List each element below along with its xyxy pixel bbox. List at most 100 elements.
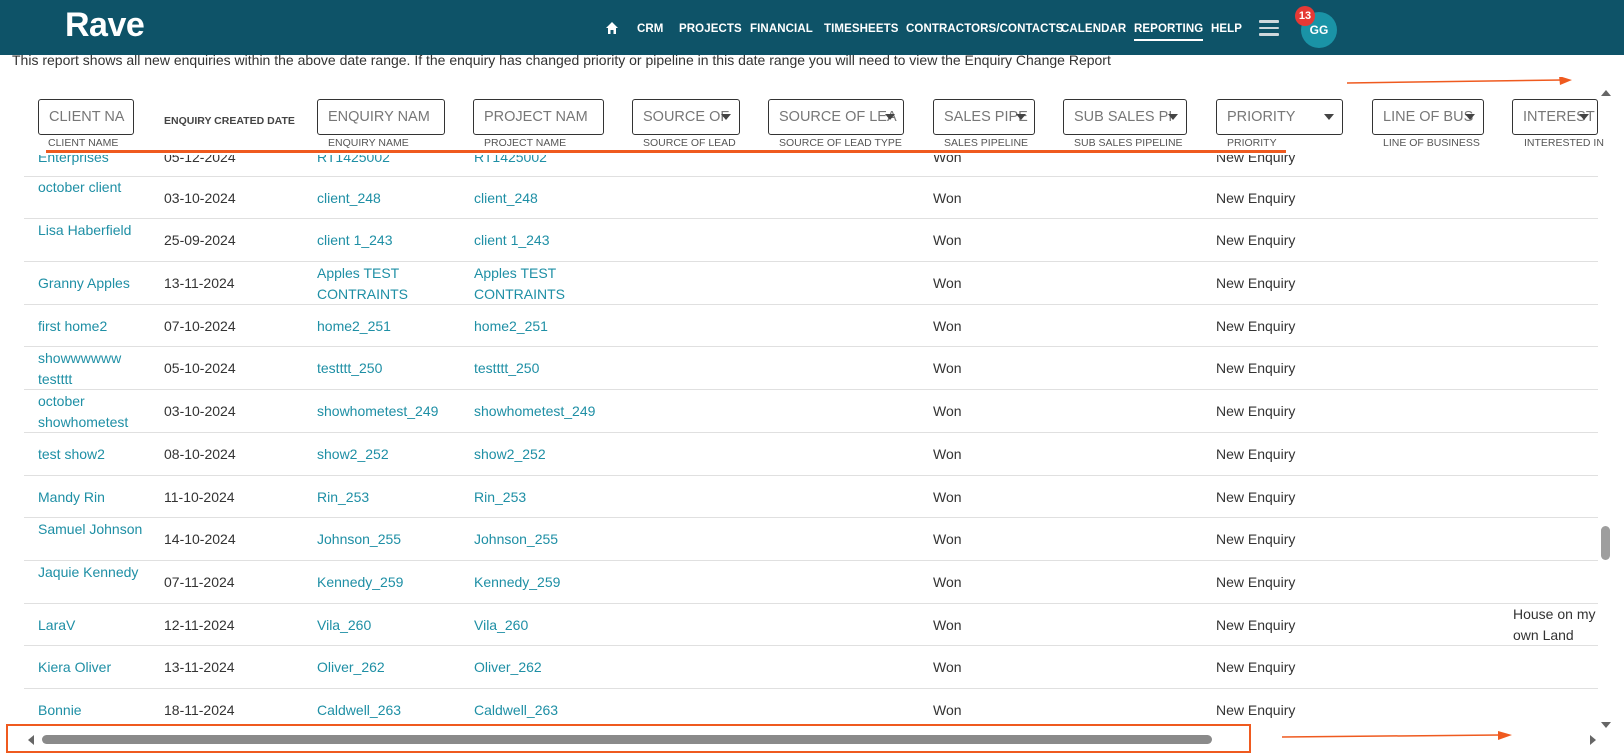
- project-name-cell[interactable]: Oliver_262: [474, 657, 624, 678]
- enquiry-name-cell[interactable]: show2_252: [317, 444, 457, 465]
- client-name-cell[interactable]: Bonnie: [38, 700, 146, 721]
- project-name-cell[interactable]: showhometest_249: [474, 401, 624, 422]
- source-of-lead-label: SOURCE OF LEAD: [643, 137, 736, 149]
- interested-in-filter[interactable]: INTEREST: [1512, 99, 1598, 135]
- sales-pipeline-filter[interactable]: SALES PIPE: [933, 99, 1035, 135]
- table-row[interactable]: Lisa Haberfield 25-09-2024 client 1_243 cli…: [24, 219, 1598, 262]
- client-name-cell[interactable]: Granny Apples: [38, 273, 146, 294]
- enquiry-name-cell[interactable]: Caldwell_263: [317, 700, 457, 721]
- created-date-cell: 05-12-2024: [164, 155, 236, 165]
- created-date-cell: 12-11-2024: [164, 617, 235, 633]
- table-row[interactable]: Enterprises 05-12-2024 RT1425002 RT1425002 W…: [24, 155, 1598, 177]
- nav-reporting[interactable]: REPORTING: [1134, 23, 1204, 41]
- enquiry-name-cell[interactable]: Vila_260: [317, 615, 457, 636]
- created-date-cell: 25-09-2024: [164, 232, 236, 248]
- menu-icon[interactable]: [1259, 20, 1279, 36]
- line-of-business-filter[interactable]: LINE OF BUS: [1372, 99, 1484, 135]
- client-name-filter[interactable]: CLIENT NA: [38, 99, 134, 135]
- enquiry-name-cell[interactable]: Rin_253: [317, 487, 457, 508]
- client-name-cell[interactable]: Samuel Johnson: [38, 519, 146, 540]
- nav-projects[interactable]: PROJECTS: [679, 23, 742, 35]
- created-date-cell: 18-11-2024: [164, 702, 235, 718]
- rave-logo[interactable]: Rave: [65, 6, 145, 45]
- sales-pipeline-cell: Won: [933, 155, 962, 165]
- chevron-down-icon: [1016, 114, 1026, 120]
- nav-crm[interactable]: CRM: [637, 23, 664, 35]
- scroll-down-icon[interactable]: [1601, 722, 1611, 728]
- nav-help[interactable]: HELP: [1211, 23, 1242, 35]
- table-row[interactable]: Jaquie Kennedy 07-11-2024 Kennedy_259 Kenne…: [24, 561, 1598, 604]
- client-name-cell[interactable]: first home2: [38, 316, 146, 337]
- client-name-cell[interactable]: LaraV: [38, 615, 146, 636]
- table-row[interactable]: Mandy Rin 11-10-2024 Rin_253 Rin_253 Won New …: [24, 476, 1598, 518]
- table-row[interactable]: october client 03-10-2024 client_248 client…: [24, 177, 1598, 219]
- scroll-right-icon[interactable]: [1590, 735, 1596, 745]
- project-name-cell[interactable]: client 1_243: [474, 230, 624, 251]
- project-name-cell[interactable]: show2_252: [474, 444, 624, 465]
- project-name-cell[interactable]: Vila_260: [474, 615, 624, 636]
- client-name-cell[interactable]: Kiera Oliver: [38, 657, 146, 678]
- table-row[interactable]: Granny Apples 13-11-2024 Apples TEST CONTR…: [24, 262, 1598, 305]
- vertical-scrollbar[interactable]: [1598, 86, 1614, 734]
- nav-timesheets[interactable]: TIMESHEETS: [824, 23, 898, 35]
- client-name-cell[interactable]: Jaquie Kennedy: [38, 562, 146, 583]
- project-name-cell[interactable]: testttt_250: [474, 358, 624, 379]
- enquiry-name-cell[interactable]: Kennedy_259: [317, 572, 457, 593]
- enquiry-created-date-header[interactable]: ENQUIRY CREATED DATE: [164, 115, 295, 127]
- home-icon[interactable]: [605, 21, 619, 35]
- enquiry-name-cell[interactable]: Johnson_255: [317, 529, 457, 550]
- table-row[interactable]: Kiera Oliver 13-11-2024 Oliver_262 Oliver_2…: [24, 646, 1598, 689]
- enquiry-name-cell[interactable]: showhometest_249: [317, 401, 457, 422]
- table-row[interactable]: showwwwww testttt 05-10-2024 testttt_250 te…: [24, 347, 1598, 390]
- project-name-cell[interactable]: Apples TEST CONTRAINTS: [474, 263, 624, 305]
- priority-cell: New Enquiry: [1216, 574, 1296, 590]
- vertical-scroll-thumb[interactable]: [1601, 526, 1610, 560]
- table-row[interactable]: LaraV 12-11-2024 Vila_260 Vila_260 Won New En…: [24, 604, 1598, 646]
- priority-cell: New Enquiry: [1216, 489, 1296, 505]
- enquiry-name-filter[interactable]: ENQUIRY NAM: [317, 99, 445, 135]
- table-row[interactable]: october showhometest 03-10-2024 showhomete…: [24, 390, 1598, 433]
- table-row[interactable]: Samuel Johnson 14-10-2024 Johnson_255 Johns…: [24, 518, 1598, 561]
- enquiry-name-cell[interactable]: home2_251: [317, 316, 457, 337]
- source-of-lead-filter[interactable]: SOURCE OF: [632, 99, 740, 135]
- client-name-cell[interactable]: test show2: [38, 444, 146, 465]
- line-of-business-label: LINE OF BUSINESS: [1383, 137, 1480, 149]
- project-name-cell[interactable]: RT1425002: [474, 155, 624, 168]
- project-name-filter[interactable]: PROJECT NAM: [473, 99, 604, 135]
- nav-financial[interactable]: FINANCIAL: [750, 23, 813, 35]
- chevron-down-icon: [1465, 114, 1475, 120]
- table-row[interactable]: test show2 08-10-2024 show2_252 show2_252 Wo…: [24, 433, 1598, 476]
- source-of-lead-type-filter[interactable]: SOURCE OF LEA: [768, 99, 904, 135]
- nav-calendar[interactable]: CALENDAR: [1061, 23, 1126, 35]
- enquiry-name-cell[interactable]: RT1425002: [317, 155, 457, 168]
- project-name-cell[interactable]: Johnson_255: [474, 529, 624, 550]
- sales-pipeline-cell: Won: [933, 275, 962, 291]
- client-name-cell[interactable]: showwwwww testttt: [38, 348, 146, 390]
- enquiry-table: Enterprises 05-12-2024 RT1425002 RT1425002 W…: [24, 155, 1598, 730]
- nav-contractors-contacts[interactable]: CONTRACTORS/CONTACTS: [906, 23, 1063, 35]
- project-name-cell[interactable]: Caldwell_263: [474, 700, 624, 721]
- sales-pipeline-cell: Won: [933, 318, 962, 334]
- client-name-cell[interactable]: Lisa Haberfield: [38, 220, 146, 241]
- enquiry-name-cell[interactable]: client_248: [317, 188, 457, 209]
- notification-badge[interactable]: 13: [1295, 6, 1315, 26]
- project-name-cell[interactable]: client_248: [474, 188, 624, 209]
- enquiry-name-cell[interactable]: Oliver_262: [317, 657, 457, 678]
- created-date-cell: 14-10-2024: [164, 531, 236, 547]
- priority-filter[interactable]: PRIORITY: [1216, 99, 1343, 135]
- project-name-cell[interactable]: Kennedy_259: [474, 572, 624, 593]
- client-name-cell[interactable]: october showhometest: [38, 391, 146, 433]
- client-name-cell[interactable]: Enterprises: [38, 155, 146, 168]
- project-name-cell[interactable]: Rin_253: [474, 487, 624, 508]
- enquiry-name-cell[interactable]: testttt_250: [317, 358, 457, 379]
- client-name-cell[interactable]: Mandy Rin: [38, 487, 146, 508]
- project-name-cell[interactable]: home2_251: [474, 316, 624, 337]
- table-row[interactable]: first home2 07-10-2024 home2_251 home2_251 W…: [24, 305, 1598, 347]
- created-date-cell: 13-11-2024: [164, 659, 235, 675]
- sub-sales-pipeline-filter[interactable]: SUB SALES PI: [1063, 99, 1187, 135]
- client-name-cell[interactable]: october client: [38, 177, 146, 198]
- enquiry-name-cell[interactable]: Apples TEST CONTRAINTS: [317, 263, 457, 305]
- priority-label: PRIORITY: [1227, 137, 1277, 149]
- scroll-up-icon[interactable]: [1601, 90, 1611, 96]
- enquiry-name-cell[interactable]: client 1_243: [317, 230, 457, 251]
